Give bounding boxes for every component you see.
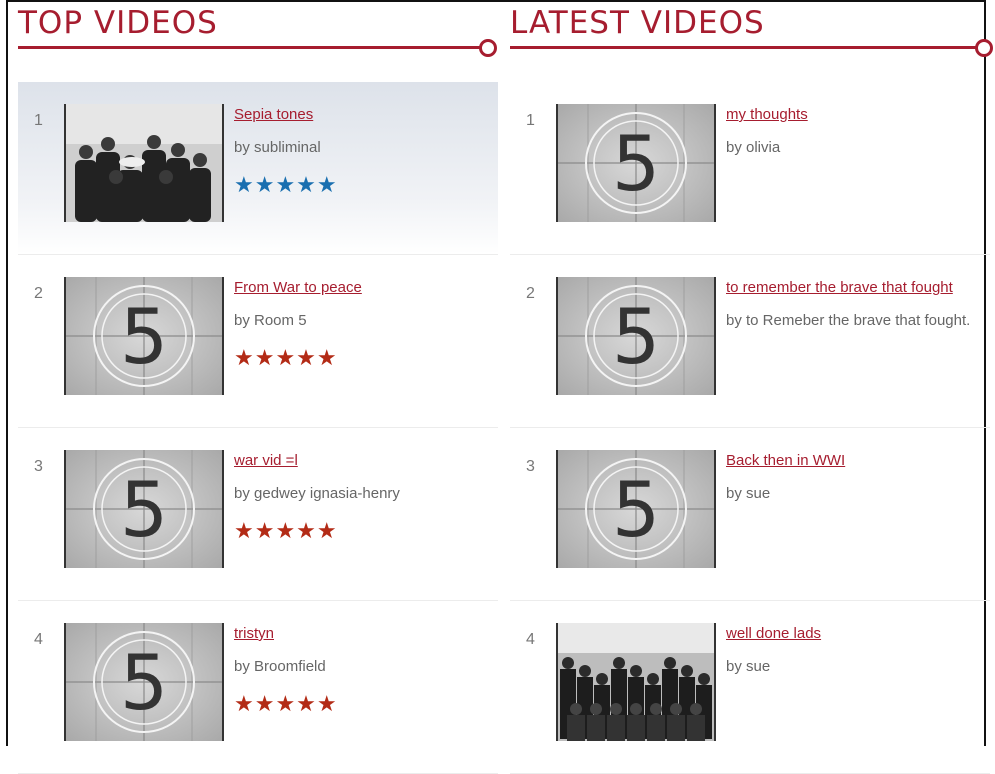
video-meta: Back then in WWI by sue [726, 452, 986, 502]
video-title-link[interactable]: Back then in WWI [726, 452, 986, 469]
video-list-item: 4 5 tristyn by Broomfield ★★★★★ [18, 601, 498, 774]
star-rating: ★★★★★ [234, 345, 338, 370]
svg-text:5: 5 [612, 465, 660, 554]
video-rank: 2 [34, 285, 43, 302]
latest-videos-rule-end [975, 39, 993, 57]
top-videos-title: TOP VIDEOS [18, 5, 218, 41]
video-byline: by to Remeber the brave that fought. [726, 312, 971, 329]
video-thumbnail[interactable] [64, 104, 224, 222]
video-title-link[interactable]: Sepia tones [234, 106, 494, 123]
video-list-item: 3 5 Back then in WWI by sue [510, 428, 990, 601]
latest-videos-section: LATEST VIDEOS 1 5 my thoughts by olivia 2 5 to… [510, 0, 993, 774]
svg-text:5: 5 [120, 638, 168, 727]
video-meta: to remember the brave that fought by to R… [726, 279, 986, 329]
latest-videos-header: LATEST VIDEOS [510, 0, 993, 60]
latest-videos-rule [510, 46, 976, 49]
video-byline: by sue [726, 658, 771, 675]
star-rating: ★★★★★ [234, 518, 338, 543]
top-videos-section: TOP VIDEOS 1 Sepia tones by subliminal ★★★★… [18, 0, 498, 774]
video-list-item: 3 5 war vid =l by gedwey ignasia-henry ★★★★★ [18, 428, 498, 601]
video-title-link[interactable]: war vid =l [234, 452, 494, 469]
video-byline: by gedwey ignasia-henry [234, 485, 400, 502]
video-meta: Sepia tones by subliminal ★★★★★ [234, 106, 494, 196]
video-meta: tristyn by Broomfield ★★★★★ [234, 625, 494, 715]
video-rank: 3 [34, 458, 43, 475]
video-byline: by Broomfield [234, 658, 326, 675]
video-thumbnail[interactable]: 5 [64, 450, 224, 568]
video-rank: 4 [526, 631, 535, 648]
video-meta: well done lads by sue [726, 625, 986, 675]
video-rank: 2 [526, 285, 535, 302]
video-title-link[interactable]: well done lads [726, 625, 986, 642]
video-title-link[interactable]: my thoughts [726, 106, 986, 123]
video-title-link[interactable]: From War to peace [234, 279, 494, 296]
video-byline: by sue [726, 485, 771, 502]
svg-text:5: 5 [612, 119, 660, 208]
video-byline: by Room 5 [234, 312, 307, 329]
video-thumbnail[interactable]: 5 [64, 623, 224, 741]
video-list-item: 4 well done lads by sue [510, 601, 990, 774]
star-rating: ★★★★★ [234, 691, 338, 716]
svg-text:5: 5 [120, 465, 168, 554]
video-thumbnail[interactable]: 5 [556, 450, 716, 568]
video-list-item: 1 5 my thoughts by olivia [510, 82, 990, 255]
video-byline: by subliminal [234, 139, 321, 156]
video-meta: From War to peace by Room 5 ★★★★★ [234, 279, 494, 369]
video-list-item: 2 5 From War to peace by Room 5 ★★★★★ [18, 255, 498, 428]
top-videos-rule-end [479, 39, 497, 57]
video-thumbnail[interactable]: 5 [64, 277, 224, 395]
video-byline: by olivia [726, 139, 781, 156]
latest-videos-title: LATEST VIDEOS [510, 5, 765, 41]
top-videos-list: 1 Sepia tones by subliminal ★★★★★ 2 5 From War… [18, 82, 498, 774]
video-rank: 1 [34, 112, 43, 129]
latest-videos-list: 1 5 my thoughts by olivia 2 5 to remember the … [510, 82, 990, 774]
video-rank: 3 [526, 458, 535, 475]
video-title-link[interactable]: to remember the brave that fought [726, 279, 986, 296]
top-videos-rule [18, 46, 480, 49]
video-meta: my thoughts by olivia [726, 106, 986, 156]
video-rank: 1 [526, 112, 535, 129]
svg-text:5: 5 [120, 292, 168, 381]
video-thumbnail[interactable] [556, 623, 716, 741]
video-rank: 4 [34, 631, 43, 648]
video-list-item: 1 Sepia tones by subliminal ★★★★★ [18, 82, 498, 255]
top-videos-header: TOP VIDEOS [18, 0, 498, 60]
video-thumbnail[interactable]: 5 [556, 104, 716, 222]
svg-text:5: 5 [612, 292, 660, 381]
video-list-item: 2 5 to remember the brave that fought by to… [510, 255, 990, 428]
video-meta: war vid =l by gedwey ignasia-henry ★★★★★ [234, 452, 494, 542]
video-title-link[interactable]: tristyn [234, 625, 494, 642]
video-thumbnail[interactable]: 5 [556, 277, 716, 395]
star-rating: ★★★★★ [234, 172, 338, 197]
